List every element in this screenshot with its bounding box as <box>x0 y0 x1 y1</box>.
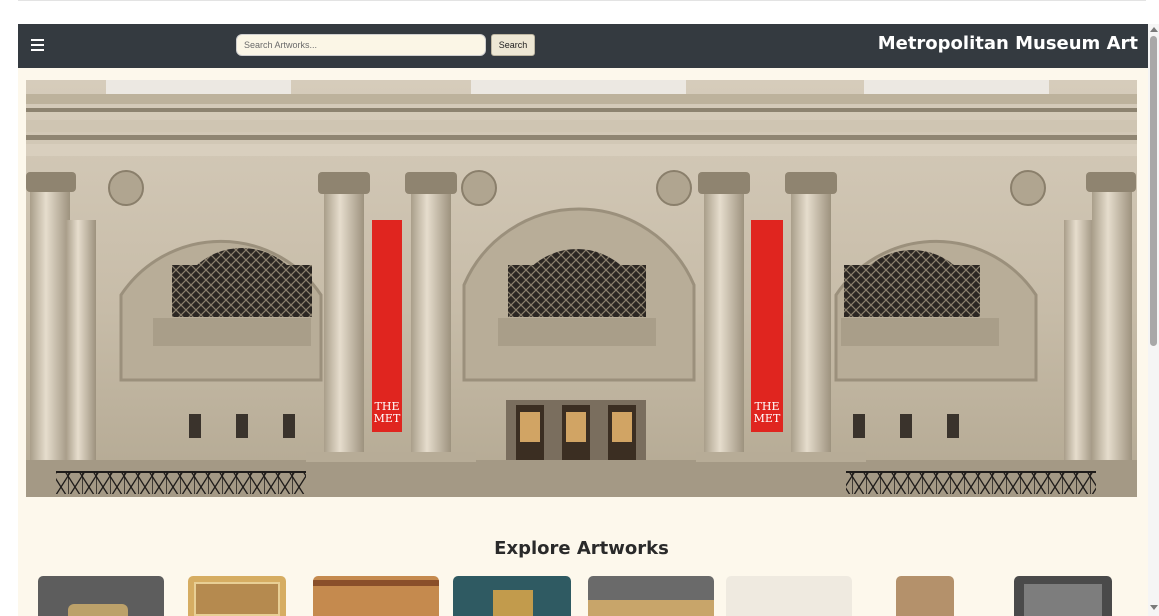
scroll-up-arrow-icon[interactable] <box>1150 27 1158 32</box>
divider <box>18 0 1146 1</box>
artwork-card[interactable] <box>726 576 852 616</box>
artwork-thumbnail <box>588 600 714 616</box>
artwork-card[interactable] <box>453 576 571 616</box>
artwork-thumbnail <box>68 604 128 616</box>
site-title: Metropolitan Museum Art <box>877 33 1138 54</box>
scroll-down-arrow-icon[interactable] <box>1150 605 1158 610</box>
artwork-card[interactable] <box>1014 576 1112 616</box>
artwork-card[interactable] <box>588 576 714 616</box>
page: Search Metropolitan Museum Art <box>18 24 1148 616</box>
artwork-thumbnail <box>194 582 280 616</box>
artwork-card[interactable] <box>188 576 286 616</box>
section-title: Explore Artworks <box>494 538 669 559</box>
search-input[interactable] <box>236 34 486 56</box>
hamburger-icon[interactable] <box>30 35 48 55</box>
navbar: Search Metropolitan Museum Art <box>18 24 1148 68</box>
browser-top-strip <box>0 0 1159 24</box>
artwork-thumbnail <box>1024 584 1102 616</box>
search-button[interactable]: Search <box>491 34 535 56</box>
banner-text-right-2: MET <box>754 412 781 425</box>
hero-image: THE MET THE MET <box>26 80 1137 497</box>
banner-text-left-2: MET <box>374 412 401 425</box>
scroll-thumb[interactable] <box>1150 36 1157 346</box>
artwork-card[interactable] <box>896 576 954 616</box>
scrollbar[interactable] <box>1148 24 1159 616</box>
artwork-card[interactable] <box>38 576 164 616</box>
artwork-card[interactable] <box>313 576 439 616</box>
artwork-thumbnail <box>493 590 533 616</box>
artwork-thumbnail <box>313 580 439 586</box>
